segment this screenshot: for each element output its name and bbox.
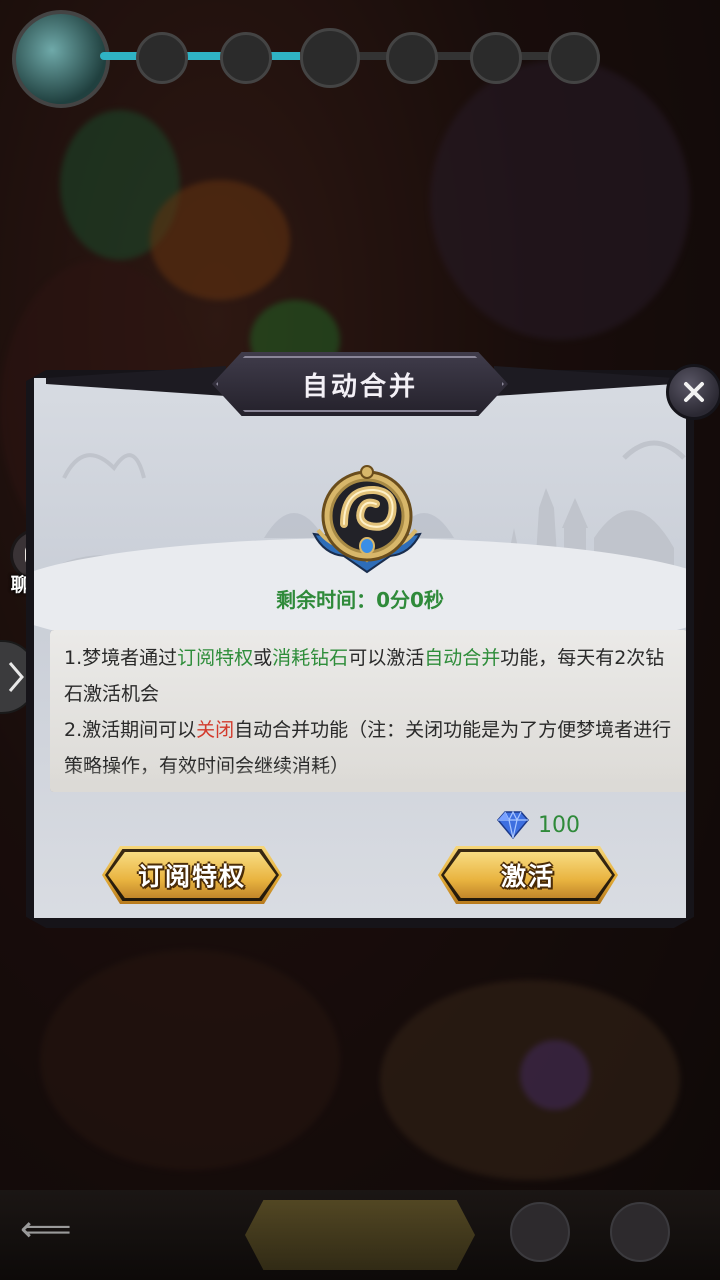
close-button[interactable] xyxy=(666,364,720,420)
game-screen: ⟸ 1 聊 天 xyxy=(0,0,720,1280)
desc-text: 或 xyxy=(253,647,273,669)
player-avatar xyxy=(12,10,110,108)
activate-button[interactable]: 激活 xyxy=(438,846,618,904)
activation-cost: 100 xyxy=(496,808,580,842)
description-box[interactable]: 1.梦境者通过订阅特权或消耗钻石可以激活自动合并功能，每天有2次钻石激活机会 2… xyxy=(50,630,686,792)
cost-value: 100 xyxy=(538,812,580,838)
scroll-fade xyxy=(50,766,686,792)
chevron-right-icon xyxy=(8,662,24,692)
dialog-title: 自动合并 xyxy=(301,371,418,402)
desc-text: 1.梦境者通过 xyxy=(64,647,178,669)
desc-highlight-close: 关闭 xyxy=(196,719,235,741)
subscribe-button-label: 订阅特权 xyxy=(137,862,246,891)
close-icon xyxy=(684,382,704,402)
diamond-icon xyxy=(497,810,529,840)
subscribe-privilege-button[interactable]: 订阅特权 xyxy=(102,846,282,904)
activate-button-label: 激活 xyxy=(500,862,555,891)
bottom-button xyxy=(510,1202,570,1262)
progress-node xyxy=(548,32,600,84)
remaining-time: 剩余时间：0分0秒 xyxy=(276,588,444,612)
bottom-main-button xyxy=(245,1200,475,1270)
desc-highlight-diamond: 消耗钻石 xyxy=(272,647,349,669)
progress-node xyxy=(300,28,360,88)
auto-merge-dialog: 剩余时间：0分0秒 1.梦境者通过订阅特权或消耗钻石可以激活自动合并功能，每天有… xyxy=(26,352,720,928)
progress-node xyxy=(220,32,272,84)
desc-text: 可以激活 xyxy=(348,647,425,669)
dialog-body: 剩余时间：0分0秒 1.梦境者通过订阅特权或消耗钻石可以激活自动合并功能，每天有… xyxy=(34,378,686,918)
bottom-button xyxy=(610,1202,670,1262)
progress-node xyxy=(470,32,522,84)
back-icon: ⟸ xyxy=(20,1209,72,1250)
desc-highlight-auto-merge: 自动合并 xyxy=(424,647,501,669)
desc-highlight-subscribe: 订阅特权 xyxy=(177,647,254,669)
progress-node xyxy=(386,32,438,84)
desc-text: 2.激活期间可以 xyxy=(64,719,197,741)
auto-merge-emblem-icon xyxy=(312,465,422,574)
progress-node xyxy=(136,32,188,84)
dialog-title-plate: 自动合并 xyxy=(212,352,508,416)
